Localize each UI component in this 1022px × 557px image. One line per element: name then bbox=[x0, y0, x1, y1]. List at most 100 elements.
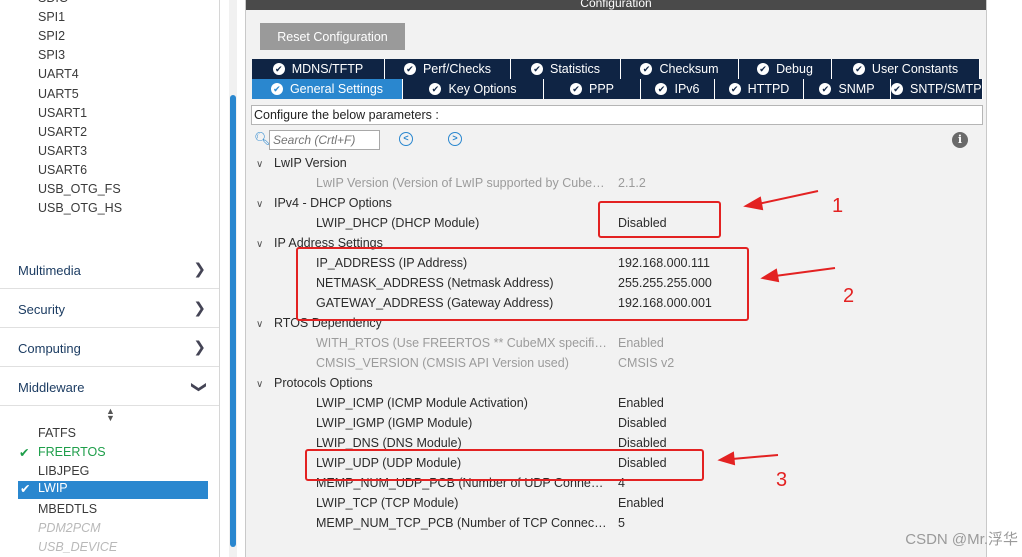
param-value[interactable]: Disabled bbox=[618, 216, 667, 230]
param-name: GATEWAY_ADDRESS (Gateway Address) bbox=[316, 296, 554, 310]
category-label: Computing bbox=[18, 341, 81, 356]
param-value[interactable]: Disabled bbox=[618, 456, 667, 470]
search-next-button[interactable]: > bbox=[448, 132, 462, 146]
check-circle-icon: ✔ bbox=[728, 83, 741, 95]
sidebar-item-usart3[interactable]: USART3 bbox=[38, 144, 87, 158]
sidebar-item-usb-otg-hs[interactable]: USB_OTG_HS bbox=[38, 201, 122, 215]
sidebar-item-label: PDM2PCM bbox=[38, 521, 101, 535]
chevron-right-icon: ❯ bbox=[193, 300, 206, 317]
sidebar-item-usart1[interactable]: USART1 bbox=[38, 106, 87, 120]
sidebar-item-libjpeg[interactable]: LIBJPEG bbox=[38, 464, 89, 478]
sidebar-item-spi1[interactable]: SPI1 bbox=[38, 10, 65, 24]
group-title: LwIP Version bbox=[274, 156, 347, 170]
sidebar-item-spi2[interactable]: SPI2 bbox=[38, 29, 65, 43]
param-value: CMSIS v2 bbox=[618, 356, 675, 370]
sidebar-item-label: LIBJPEG bbox=[38, 464, 90, 478]
check-icon: ✔ bbox=[20, 482, 31, 496]
param-value[interactable]: Enabled bbox=[618, 396, 664, 410]
panel-title: Configuration bbox=[246, 0, 986, 10]
info-icon[interactable]: i bbox=[952, 132, 968, 148]
param-value[interactable]: 5 bbox=[618, 516, 625, 530]
tab-sntp-smtp[interactable]: ✔ SNTP/SMTP bbox=[891, 79, 983, 99]
param-name: LWIP_DNS (DNS Module) bbox=[316, 436, 462, 450]
category-middleware[interactable]: Middleware ❯ bbox=[0, 368, 219, 406]
param-name: LWIP_TCP (TCP Module) bbox=[316, 496, 459, 510]
sidebar-item-usb-device[interactable]: USB_DEVICE bbox=[38, 540, 117, 554]
check-circle-icon: ✔ bbox=[569, 83, 582, 95]
sidebar-item-spi3[interactable]: SPI3 bbox=[38, 48, 65, 62]
check-circle-icon: ✔ bbox=[272, 63, 285, 75]
search-input[interactable] bbox=[269, 130, 380, 150]
tab-user-constants[interactable]: ✔ User Constants bbox=[832, 59, 980, 79]
tab-label: General Settings bbox=[289, 82, 384, 96]
tab-debug[interactable]: ✔ Debug bbox=[739, 59, 832, 79]
tab-ipv6[interactable]: ✔ IPv6 bbox=[641, 79, 715, 99]
sidebar-item-mbedtls[interactable]: MBEDTLS bbox=[38, 502, 97, 516]
tab-label: SNTP/SMTP bbox=[910, 82, 982, 96]
tab-perf-checks[interactable]: ✔ Perf/Checks bbox=[385, 59, 511, 79]
param-name: LWIP_IGMP (IGMP Module) bbox=[316, 416, 473, 430]
param-value[interactable]: 192.168.000.111 bbox=[618, 256, 710, 270]
search-previous-button[interactable]: < bbox=[399, 132, 413, 146]
group-title: IP Address Settings bbox=[274, 236, 383, 250]
sidebar-item-pdm2pcm[interactable]: PDM2PCM bbox=[38, 521, 101, 535]
param-name: MEMP_NUM_TCP_PCB (Number of TCP Connec… bbox=[316, 516, 607, 530]
category-label: Middleware bbox=[18, 380, 85, 395]
scrollbar-thumb[interactable] bbox=[230, 95, 236, 547]
sidebar-item-usb-otg-fs[interactable]: USB_OTG_FS bbox=[38, 182, 121, 196]
chevron-down-icon[interactable]: ∨ bbox=[256, 199, 274, 210]
param-value[interactable]: 4 bbox=[618, 476, 625, 490]
group-ip-address-settings[interactable]: ∨ IP Address Settings bbox=[256, 236, 383, 250]
tab-label: Statistics bbox=[549, 62, 600, 76]
tab-label: HTTPD bbox=[747, 82, 790, 96]
tab-statistics[interactable]: ✔ Statistics bbox=[511, 59, 621, 79]
tab-general-settings[interactable]: ✔ General Settings bbox=[252, 79, 403, 99]
param-value[interactable]: Disabled bbox=[618, 436, 667, 450]
sidebar-item-lwip[interactable]: ✔ LWIP bbox=[18, 481, 208, 499]
tab-row-2: ✔ General Settings ✔ Key Options ✔ PPP ✔ IPv6 ✔ H… bbox=[252, 79, 983, 99]
group-protocols-options[interactable]: ∨ Protocols Options bbox=[256, 376, 373, 390]
tab-label: SNMP bbox=[838, 82, 875, 96]
chevron-down-icon[interactable]: ∨ bbox=[256, 159, 274, 170]
group-ipv4-dhcp-options[interactable]: ∨ IPv4 - DHCP Options bbox=[256, 196, 392, 210]
category-multimedia[interactable]: Multimedia ❯ bbox=[0, 251, 219, 289]
tab-ppp[interactable]: ✔ PPP bbox=[544, 79, 641, 99]
watermark: CSDN @Mr.浮华 bbox=[905, 531, 1018, 548]
category-computing[interactable]: Computing ❯ bbox=[0, 329, 219, 367]
tab-httpd[interactable]: ✔ HTTPD bbox=[715, 79, 804, 99]
group-rtos-dependency[interactable]: ∨ RTOS Dependency bbox=[256, 316, 382, 330]
tab-checksum[interactable]: ✔ Checksum bbox=[621, 59, 739, 79]
reset-configuration-button[interactable]: Reset Configuration bbox=[260, 23, 405, 50]
group-lwip-version[interactable]: ∨ LwIP Version bbox=[256, 156, 347, 170]
category-security[interactable]: Security ❯ bbox=[0, 290, 219, 328]
param-name: NETMASK_ADDRESS (Netmask Address) bbox=[316, 276, 554, 290]
sidebar-item-uart4[interactable]: UART4 bbox=[38, 67, 79, 81]
param-name: CMSIS_VERSION (CMSIS API Version used) bbox=[316, 356, 569, 370]
chevron-down-icon[interactable]: ∨ bbox=[256, 319, 274, 330]
tab-mdns-tftp[interactable]: ✔ MDNS/TFTP bbox=[252, 59, 385, 79]
tab-label: User Constants bbox=[871, 62, 959, 76]
param-name: LWIP_ICMP (ICMP Module Activation) bbox=[316, 396, 528, 410]
tab-label: IPv6 bbox=[674, 82, 700, 96]
chevron-down-icon[interactable]: ∨ bbox=[256, 239, 274, 250]
sidebar-scrollbar[interactable] bbox=[229, 0, 237, 557]
chevron-down-icon[interactable]: ∨ bbox=[256, 379, 274, 390]
chevron-right-icon: ❯ bbox=[193, 261, 206, 278]
param-value[interactable]: 255.255.255.000 bbox=[618, 276, 712, 290]
param-value[interactable]: Enabled bbox=[618, 496, 664, 510]
sort-icon[interactable]: ▲ ▼ bbox=[106, 407, 115, 423]
sidebar-item-usart6[interactable]: USART6 bbox=[38, 163, 87, 177]
category-label: Security bbox=[18, 302, 65, 317]
sidebar-item-usart2[interactable]: USART2 bbox=[38, 125, 87, 139]
sidebar-item-uart5[interactable]: UART5 bbox=[38, 87, 79, 101]
tab-snmp[interactable]: ✔ SNMP bbox=[804, 79, 891, 99]
tab-label: Debug bbox=[776, 62, 813, 76]
tab-key-options[interactable]: ✔ Key Options bbox=[403, 79, 544, 99]
param-value[interactable]: 192.168.000.001 bbox=[618, 296, 712, 310]
param-name: LWIP_UDP (UDP Module) bbox=[316, 456, 462, 470]
sidebar-item-fatfs[interactable]: FATFS bbox=[38, 426, 76, 440]
sidebar-item-sdio[interactable]: SDIO bbox=[38, 0, 69, 5]
check-circle-icon: ✔ bbox=[429, 83, 442, 95]
sidebar-item-freertos[interactable]: ✔ FREERTOS bbox=[19, 445, 106, 460]
param-value[interactable]: Disabled bbox=[618, 416, 667, 430]
